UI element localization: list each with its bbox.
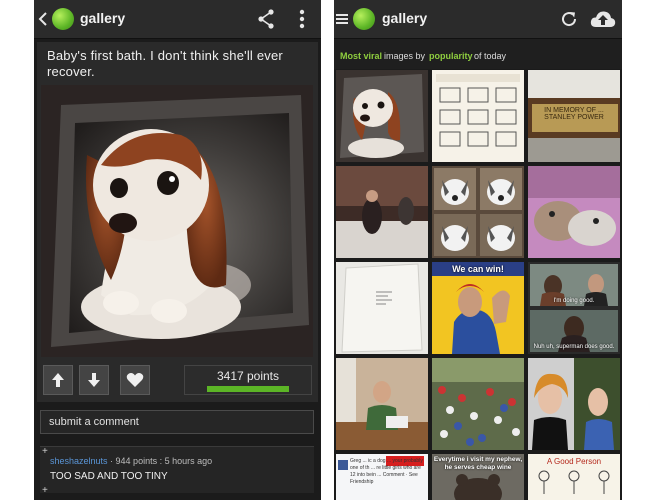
thumbnail-good-person-comic[interactable]: A Good Person [528,454,620,500]
chevron-left-icon[interactable] [36,9,50,29]
comment-item[interactable]: + sheshazelnuts · 944 points : 5 hours a… [40,446,314,496]
thumbnail-paper-sheet[interactable] [336,262,428,354]
thumbnail-facebook-post[interactable]: Greg ... ic a dog ... your probably one … [336,454,428,500]
refresh-icon[interactable] [558,8,580,30]
plaque-caption: IN MEMORY OF ... STANLEY POWER [544,107,604,121]
thumbnail-cats[interactable] [528,166,620,258]
facebook-post-text: Greg ... ic a dog ... your probably one … [350,458,423,485]
image-grid: IN MEMORY OF ... STANLEY POWER We can wi… [336,70,620,500]
gallery-logo-icon[interactable] [52,8,74,30]
gallery-grid-screen: gallery Most viral images by popularity … [334,0,622,500]
points-display: 3417 points [184,365,312,395]
thumbnail-movie-scenes[interactable]: I'm doing good. Nuh uh, superman does go… [528,262,620,354]
thumbnail-instructions[interactable] [432,70,524,162]
app-title: gallery [382,10,428,26]
sort-dropdown[interactable]: Most viral [340,51,382,61]
expand-comment-icon[interactable]: + [42,446,48,457]
thumbnail-bear-meme[interactable]: Everytime i visit my nephew, he serves c… [432,454,524,500]
puppy-in-sink-image [41,85,313,357]
thumbnail-memorial-plaque[interactable]: IN MEMORY OF ... STANLEY POWER [528,70,620,162]
favorite-button[interactable] [120,365,150,395]
filter-text: images by [384,51,426,61]
thumbnail-huskies[interactable] [432,166,524,258]
order-dropdown[interactable]: popularity [429,51,473,61]
comment-meta: · 944 points : 5 hours ago [107,456,213,466]
heart-icon [126,373,144,387]
movie-caption-2: Nuh uh, superman does good. [533,344,615,350]
points-progress-bar [207,386,289,392]
comment-author[interactable]: sheshazelnuts [50,456,108,466]
thumbnail-puppy[interactable] [336,70,428,162]
thumbnail-crowd[interactable] [432,358,524,450]
thumbnail-boy-reading[interactable] [336,358,428,450]
overflow-menu-icon[interactable] [296,8,308,30]
top-app-bar: gallery [34,0,321,39]
thumbnail-party[interactable] [336,166,428,258]
upvote-button[interactable] [43,365,73,395]
cloud-upload-icon[interactable] [589,7,617,31]
arrow-down-icon [88,373,100,387]
poster-caption: We can win! [452,264,504,274]
expand-reply-icon[interactable]: + [42,485,48,496]
comment-meta-line: sheshazelnuts · 944 points : 5 hours ago [50,456,212,466]
range-dropdown[interactable]: of today [474,51,506,61]
app-title: gallery [80,10,126,26]
comic-title: A Good Person [546,457,602,466]
downvote-button[interactable] [79,365,109,395]
gallery-logo-icon[interactable] [353,8,375,30]
top-app-bar: gallery [334,0,622,39]
hamburger-icon[interactable] [336,10,348,28]
comment-placeholder: submit a comment [49,416,139,428]
thumbnail-portraits[interactable] [528,358,620,450]
movie-caption-1: I'm doing good. [553,298,595,304]
share-icon[interactable] [256,8,276,30]
comment-text: TOO SAD AND TOO TINY [50,471,168,482]
bear-meme-caption: Everytime i visit my nephew, he serves c… [433,456,523,471]
thumbnail-we-can-win[interactable]: We can win! [432,262,524,354]
post-detail-screen: gallery Baby's first bath. I don't think… [34,0,321,500]
comment-input[interactable]: submit a comment [40,410,314,434]
gallery-filter-bar: Most viral images by popularity of today [334,39,622,69]
post-image[interactable] [41,85,313,357]
points-label: 3417 points [216,369,280,383]
arrow-up-icon [52,373,64,387]
post-title: Baby's first bath. I don't think she'll … [47,48,283,79]
